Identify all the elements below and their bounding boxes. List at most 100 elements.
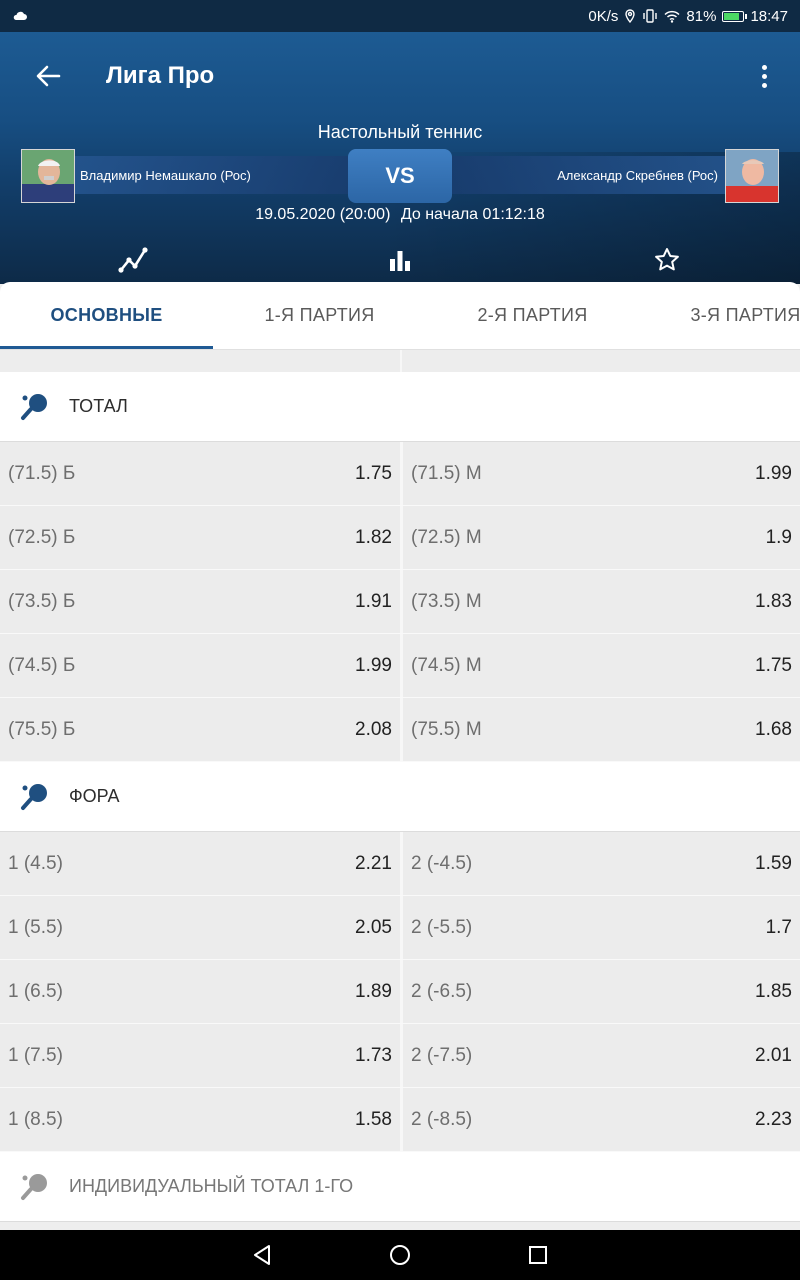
odds-cell-right[interactable]: (72.5) М 1.9 <box>400 506 800 569</box>
odds-value: 1.7 <box>765 916 792 938</box>
odds-cell-right[interactable]: (71.5) М 1.99 <box>400 442 800 505</box>
odds-value: 1.99 <box>355 654 392 676</box>
odds-value: 1.85 <box>755 980 792 1002</box>
odds-label: (74.5) Б <box>8 654 76 676</box>
section-total-header[interactable]: ТОТАЛ <box>0 372 800 442</box>
section-handicap-header[interactable]: ФОРА <box>0 762 800 832</box>
odds-label: 1 (4.5) <box>8 852 63 874</box>
match-header: Лига Про Настольный теннис Владимир Нема… <box>0 32 800 284</box>
nav-home-button[interactable] <box>331 1230 469 1280</box>
statistics-button[interactable] <box>384 244 416 276</box>
battery-fill <box>724 12 740 20</box>
odds-cell-left[interactable]: 1 (7.5) 1.73 <box>0 1024 400 1087</box>
odds-row: (73.5) Б 1.91 (73.5) М 1.83 <box>0 570 800 634</box>
tab-set-1[interactable]: 1-Я ПАРТИЯ <box>213 282 426 349</box>
match-datetime: 19.05.2020 (20:00) До начала 01:12:18 <box>0 206 800 224</box>
menu-dot <box>761 73 767 79</box>
odds-value: 2.01 <box>755 1044 792 1066</box>
arrow-left-icon <box>36 65 61 87</box>
odds-cell-right[interactable]: 2 (-6.5) 1.85 <box>400 960 800 1023</box>
odds-row: (75.5) Б 2.08 (75.5) М 1.68 <box>0 698 800 762</box>
stub-cell <box>400 350 800 372</box>
odds-row: (74.5) Б 1.99 (74.5) М 1.75 <box>0 634 800 698</box>
table-tennis-paddle-icon <box>21 393 47 420</box>
odds-cell-right[interactable]: 2 (-5.5) 1.7 <box>400 896 800 959</box>
odds-cell-left[interactable]: (74.5) Б 1.99 <box>0 634 400 697</box>
odds-value: 1.75 <box>355 462 392 484</box>
nav-recents-button[interactable] <box>469 1230 607 1280</box>
player-right-name: Александр Скребнев (Рос) <box>557 167 718 183</box>
total-rows: (71.5) Б 1.75 (71.5) М 1.99 (72.5) Б 1.82 (72.… <box>0 442 800 762</box>
odds-row: (72.5) Б 1.82 (72.5) М 1.9 <box>0 506 800 570</box>
stub-cell <box>0 350 400 372</box>
triangle-back-icon <box>254 1245 270 1265</box>
person-photo-icon <box>22 150 74 202</box>
odds-cell-left[interactable]: (75.5) Б 2.08 <box>0 698 400 761</box>
circle-home-icon <box>390 1245 410 1265</box>
cloud-icon <box>13 11 27 20</box>
odds-label: 1 (5.5) <box>8 916 63 938</box>
trend-chart-icon <box>118 247 148 273</box>
odds-value: 1.58 <box>355 1108 392 1130</box>
odds-cell-left[interactable]: 1 (6.5) 1.89 <box>0 960 400 1023</box>
nav-back-button[interactable] <box>193 1230 331 1280</box>
odds-value: 1.59 <box>755 852 792 874</box>
status-left <box>12 10 28 22</box>
odds-row: 1 (8.5) 1.58 2 (-8.5) 2.23 <box>0 1088 800 1152</box>
back-button[interactable] <box>32 60 64 92</box>
odds-cell-left[interactable]: 1 (4.5) 2.21 <box>0 832 400 895</box>
previous-row-stub <box>0 350 800 372</box>
odds-cell-right[interactable]: 2 (-8.5) 2.23 <box>400 1088 800 1151</box>
odds-cell-right[interactable]: 2 (-7.5) 2.01 <box>400 1024 800 1087</box>
app-root: 0K/s 81% 18:47 Лига Про Настольный тенни… <box>0 0 800 1280</box>
page-title: Лига Про <box>106 62 215 89</box>
odds-cell-left[interactable]: (71.5) Б 1.75 <box>0 442 400 505</box>
odds-value: 1.82 <box>355 526 392 548</box>
star-outline-icon <box>655 248 679 271</box>
odds-cell-right[interactable]: 2 (-4.5) 1.59 <box>400 832 800 895</box>
section-handicap-title: ФОРА <box>69 786 120 806</box>
odds-cell-left[interactable]: 1 (8.5) 1.58 <box>0 1088 400 1151</box>
status-bar: 0K/s 81% 18:47 <box>0 0 800 32</box>
bar-chart-icon <box>390 251 410 271</box>
vibrate-icon <box>643 9 658 23</box>
odds-content: ТОТАЛ (71.5) Б 1.75 (71.5) М 1.99 (72.5) Б 1.… <box>0 350 800 1230</box>
favorite-button[interactable] <box>651 244 683 276</box>
odds-value: 1.68 <box>755 718 792 740</box>
system-nav-bar <box>0 1230 800 1280</box>
odds-label: (75.5) М <box>411 718 482 740</box>
player-left-avatar <box>21 149 75 203</box>
table-tennis-paddle-icon <box>21 1173 47 1200</box>
section-total-title: ТОТАЛ <box>69 396 128 416</box>
odds-label: 2 (-8.5) <box>411 1108 473 1130</box>
odds-label: (72.5) М <box>411 526 482 548</box>
odds-label: (73.5) М <box>411 590 482 612</box>
odds-label: (73.5) Б <box>8 590 76 612</box>
battery-percent: 81% <box>686 7 717 25</box>
odds-cell-right[interactable]: (74.5) М 1.75 <box>400 634 800 697</box>
live-chart-button[interactable] <box>117 244 149 276</box>
network-speed: 0K/s <box>588 7 619 25</box>
tab-main[interactable]: ОСНОВНЫЕ <box>0 282 213 349</box>
table-tennis-paddle-icon <box>21 783 47 810</box>
wifi-icon <box>664 10 680 23</box>
square-recents-icon <box>529 1246 547 1264</box>
status-right: 0K/s 81% 18:47 <box>588 8 788 25</box>
odds-cell-right[interactable]: (75.5) М 1.68 <box>400 698 800 761</box>
tab-set-2[interactable]: 2-Я ПАРТИЯ <box>426 282 639 349</box>
odds-cell-left[interactable]: (73.5) Б 1.91 <box>0 570 400 633</box>
odds-label: 1 (8.5) <box>8 1108 63 1130</box>
player-right-avatar <box>725 149 779 203</box>
odds-cell-right[interactable]: (73.5) М 1.83 <box>400 570 800 633</box>
menu-dot <box>761 82 767 88</box>
odds-label: 1 (6.5) <box>8 980 63 1002</box>
tab-set-3[interactable]: 3-Я ПАРТИЯ <box>639 282 800 349</box>
odds-cell-left[interactable]: 1 (5.5) 2.05 <box>0 896 400 959</box>
more-menu-button[interactable] <box>758 60 770 92</box>
odds-value: 2.08 <box>355 718 392 740</box>
section-individual-total-header[interactable]: ИНДИВИДУАЛЬНЫЙ ТОТАЛ 1-ГО <box>0 1152 800 1222</box>
match-countdown: До начала 01:12:18 <box>400 206 545 223</box>
odds-value: 1.83 <box>755 590 792 612</box>
odds-label: 2 (-6.5) <box>411 980 473 1002</box>
odds-cell-left[interactable]: (72.5) Б 1.82 <box>0 506 400 569</box>
